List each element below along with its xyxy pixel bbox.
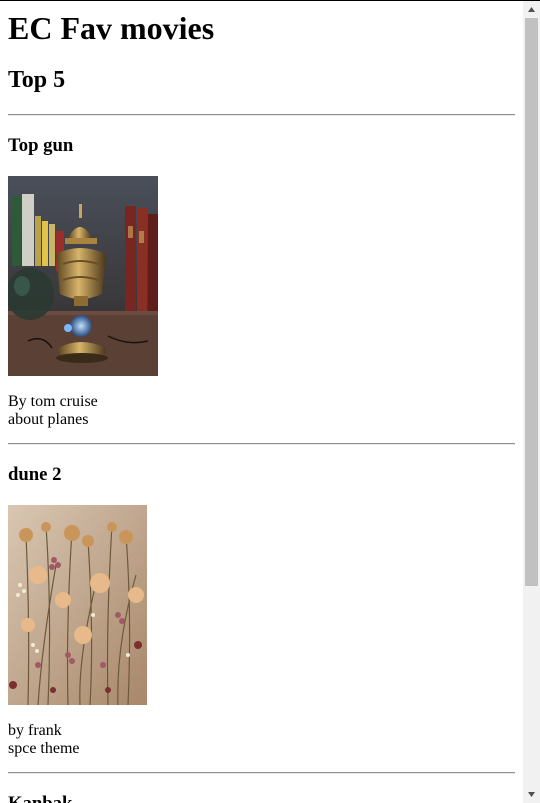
movie-author: By tom cruise (8, 393, 98, 410)
triangle-down-icon[interactable] (523, 786, 540, 803)
movie-item: dune 2 by frank spce theme (8, 464, 515, 758)
vertical-scrollbar[interactable] (523, 1, 540, 803)
movie-title: dune 2 (8, 464, 62, 485)
page-title: EC Fav movies (8, 10, 215, 46)
scrollbar-track[interactable] (523, 18, 540, 786)
movie-description: about planes (8, 411, 89, 428)
divider (8, 772, 515, 774)
movie-author: by frank (8, 722, 62, 739)
movie-title: Top gun (8, 135, 74, 156)
page-subtitle: Top 5 (8, 67, 66, 93)
scrollbar-thumb[interactable] (525, 18, 538, 586)
movie-description: spce theme (8, 740, 80, 757)
movie-item: Kanbak (8, 793, 515, 803)
triangle-up-icon[interactable] (523, 1, 540, 18)
dried-flowers-photo (8, 505, 515, 705)
movie-item: Top gun By tom cruise about planes (8, 135, 515, 429)
movie-title: Kanbak (8, 793, 515, 803)
ornate-incense-burner-photo (8, 176, 515, 376)
page-content: EC Fav movies Top 5 Top gun By tom cruis… (8, 0, 515, 803)
divider (8, 114, 515, 116)
divider (8, 443, 515, 445)
